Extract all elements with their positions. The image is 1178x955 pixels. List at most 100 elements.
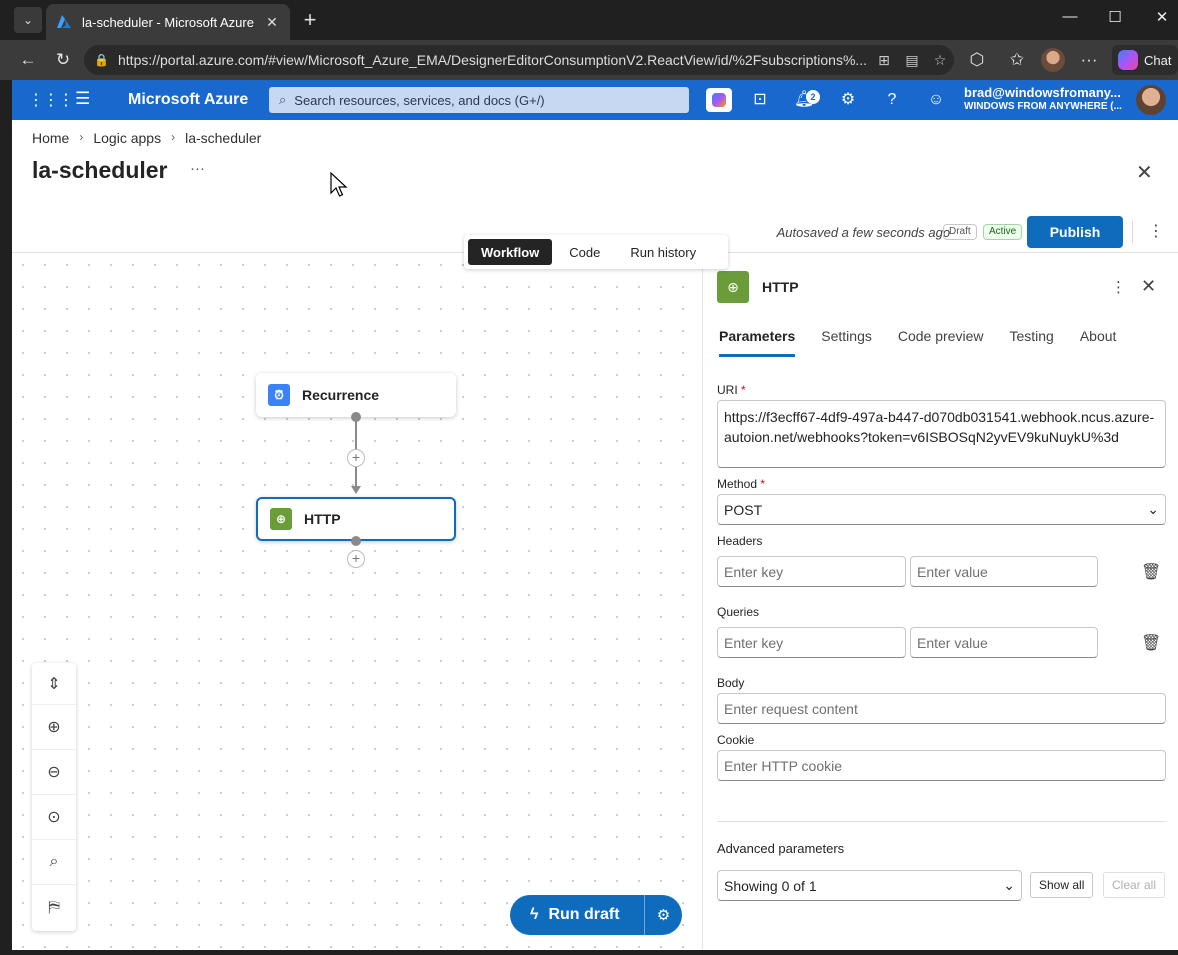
- header-key-input[interactable]: Enter key: [717, 556, 906, 587]
- run-options-icon[interactable]: ⚙: [644, 895, 682, 935]
- minimap-icon[interactable]: ⛿: [32, 885, 76, 930]
- tab-about[interactable]: About: [1080, 328, 1117, 357]
- active-pill: Active: [983, 224, 1023, 240]
- azure-brand[interactable]: Microsoft Azure: [128, 91, 248, 109]
- zoom-in-icon[interactable]: ⊕: [32, 705, 76, 750]
- panel-title[interactable]: HTTP: [762, 279, 799, 295]
- tab-code-preview[interactable]: Code preview: [898, 328, 984, 357]
- uri-field[interactable]: https://f3ecff67-4df9-497a-b447-d070db03…: [717, 400, 1166, 468]
- body-label: Body: [717, 676, 745, 690]
- method-value: POST: [724, 501, 763, 518]
- tab-code[interactable]: Code: [556, 239, 613, 265]
- refresh-icon[interactable]: ↻: [52, 49, 74, 71]
- window-close-icon[interactable]: ✕: [1147, 8, 1177, 26]
- new-tab-plus-icon[interactable]: +: [298, 8, 322, 32]
- browser-address-bar: ← ↻ 🔒 https://portal.azure.com/#view/Mic…: [0, 40, 1178, 80]
- user-avatar[interactable]: [1136, 85, 1166, 115]
- method-select[interactable]: POST ⌄: [717, 494, 1166, 525]
- canvas-controls: ⇕ ⊕ ⊖ ⊙ ⌕ ⛿: [32, 663, 76, 931]
- breadcrumb-chevron-icon: ›: [171, 130, 176, 144]
- cookie-input[interactable]: Enter HTTP cookie: [717, 750, 1166, 781]
- apps-icon[interactable]: ⊞: [870, 52, 898, 69]
- copilot-chat-button[interactable]: Chat: [1112, 45, 1178, 75]
- zoom-out-icon[interactable]: ⊖: [32, 750, 76, 795]
- breadcrumb-la-scheduler[interactable]: la-scheduler: [185, 130, 261, 146]
- help-icon[interactable]: ?: [880, 89, 904, 111]
- tab-close-icon[interactable]: ✕: [264, 14, 280, 31]
- add-step-plus-icon[interactable]: +: [347, 550, 365, 568]
- view-switcher: Workflow Code Run history: [464, 235, 728, 269]
- show-all-button[interactable]: Show all: [1030, 872, 1094, 898]
- portal-menu-icon[interactable]: ☰: [75, 89, 90, 109]
- command-more-icon[interactable]: ⋮: [1148, 221, 1164, 241]
- more-options-icon[interactable]: ···: [1078, 49, 1100, 71]
- advanced-parameters-select[interactable]: Showing 0 of 1 ⌄: [717, 870, 1022, 901]
- favorite-star-icon[interactable]: ☆: [926, 52, 954, 69]
- azure-logo-icon: [57, 15, 71, 28]
- cookie-label: Cookie: [717, 733, 755, 747]
- page-close-icon[interactable]: ✕: [1136, 160, 1153, 185]
- copilot-button[interactable]: [706, 88, 732, 112]
- chevron-down-icon: ⌄: [1147, 501, 1159, 517]
- panel-more-icon[interactable]: ⋮: [1111, 278, 1126, 296]
- section-divider: [717, 821, 1166, 822]
- browser-profile-avatar[interactable]: [1041, 48, 1065, 72]
- app-launcher-icon[interactable]: ⋮⋮⋮: [28, 90, 74, 110]
- site-info-icon[interactable]: 🔒: [94, 53, 109, 67]
- settings-gear-icon[interactable]: ⚙: [836, 89, 860, 111]
- minimize-icon[interactable]: —: [1055, 8, 1085, 25]
- advanced-parameters-label: Advanced parameters: [717, 841, 845, 856]
- run-draft-main[interactable]: ϟ Run draft: [510, 895, 644, 935]
- delete-query-icon[interactable]: 🗑︎: [1141, 633, 1161, 653]
- back-arrow-icon[interactable]: ←: [17, 49, 39, 71]
- run-draft-button[interactable]: ϟ Run draft ⚙: [510, 895, 682, 935]
- query-key-input[interactable]: Enter key: [717, 627, 906, 658]
- header-value-input[interactable]: Enter value: [910, 556, 1098, 587]
- fit-view-icon[interactable]: ⊙: [32, 795, 76, 840]
- clear-all-button[interactable]: Clear all: [1103, 872, 1166, 898]
- breadcrumb-chevron-icon: ›: [79, 130, 84, 144]
- tab-settings[interactable]: Settings: [821, 328, 872, 357]
- panel-close-icon[interactable]: ✕: [1141, 276, 1156, 297]
- tab-run-history[interactable]: Run history: [617, 239, 709, 265]
- publish-button[interactable]: Publish: [1027, 216, 1123, 248]
- feedback-icon[interactable]: ☺: [924, 89, 948, 111]
- body-input[interactable]: Enter request content: [717, 693, 1166, 724]
- designer-page: Home › Logic apps › la-scheduler la-sche…: [12, 120, 1178, 950]
- globe-icon: ⊕: [270, 508, 292, 530]
- user-tenant: WINDOWS FROM ANYWHERE (...: [964, 101, 1122, 112]
- account-menu[interactable]: brad@windowsfromany... WINDOWS FROM ANYW…: [964, 86, 1122, 114]
- extensions-icon[interactable]: ⬡: [966, 49, 988, 71]
- favorites-icon[interactable]: ✩: [1006, 49, 1028, 71]
- workflow-canvas[interactable]: ⏰︎ Recurrence + ⊕ HTTP + ⇕ ⊕ ⊖ ⊙ ⌕ ⛿ ϟ R…: [12, 254, 702, 950]
- page-title: la-scheduler: [32, 157, 168, 183]
- search-icon[interactable]: ⌕: [32, 840, 76, 885]
- delete-header-icon[interactable]: 🗑︎: [1141, 562, 1161, 582]
- search-icon: ⌕: [279, 92, 287, 107]
- reader-view-icon[interactable]: ▤: [898, 52, 926, 69]
- copilot-logo-icon: [1118, 50, 1138, 70]
- tab-workflow[interactable]: Workflow: [468, 239, 553, 265]
- recurrence-node[interactable]: ⏰︎ Recurrence: [256, 373, 456, 417]
- breadcrumb-home[interactable]: Home: [32, 130, 69, 146]
- page-more-icon[interactable]: ···: [190, 160, 205, 177]
- lightning-icon: ϟ: [530, 906, 539, 923]
- checkmark-circle-icon: ✓⃝: [754, 225, 774, 240]
- browser-tab[interactable]: la-scheduler - Microsoft Azure ✕: [46, 4, 290, 40]
- tab-testing[interactable]: Testing: [1009, 328, 1053, 357]
- maximize-icon[interactable]: ☐: [1100, 8, 1130, 26]
- azure-search-input[interactable]: ⌕ Search resources, services, and docs (…: [269, 87, 689, 113]
- query-value-input[interactable]: Enter value: [910, 627, 1098, 658]
- breadcrumb-logic-apps[interactable]: Logic apps: [93, 130, 161, 146]
- edge-arrowhead: [351, 486, 361, 494]
- http-node[interactable]: ⊕ HTTP: [256, 497, 456, 541]
- chat-label: Chat: [1144, 52, 1172, 68]
- cloud-shell-icon[interactable]: ⊡: [748, 89, 772, 111]
- tab-parameters[interactable]: Parameters: [719, 328, 796, 357]
- autosave-text: Autosaved a few seconds ago: [776, 225, 951, 240]
- draft-pill: Draft: [943, 224, 977, 240]
- tab-actions-chevron-icon[interactable]: ⌄: [14, 7, 42, 33]
- add-step-plus-icon[interactable]: +: [347, 449, 365, 467]
- fit-height-icon[interactable]: ⇕: [32, 663, 76, 705]
- url-field[interactable]: 🔒 https://portal.azure.com/#view/Microso…: [84, 45, 954, 75]
